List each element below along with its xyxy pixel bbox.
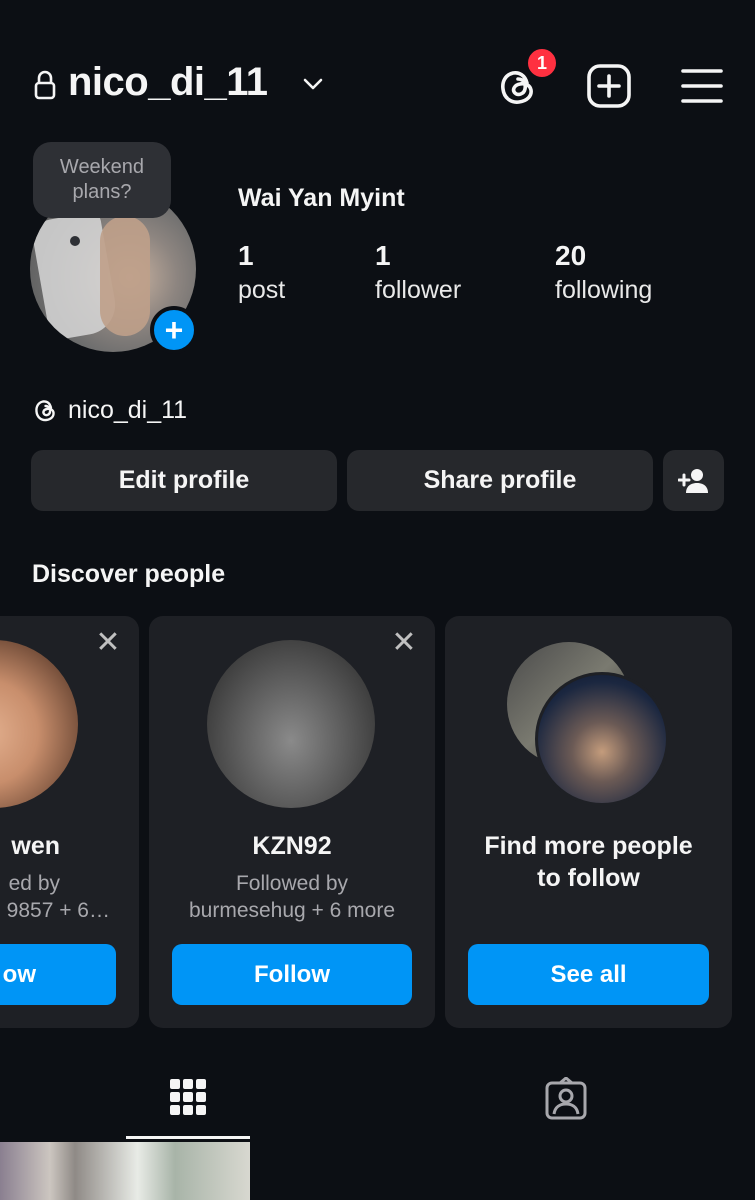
suggestion-followed-by: ed by [8, 872, 60, 895]
followers-count[interactable]: 1 [375, 240, 391, 272]
note-line-2: plans? [72, 181, 132, 203]
find-more-avatar-front [535, 672, 669, 806]
grid-icon[interactable] [168, 1077, 208, 1117]
suggestion-mutuals: burmesehug + 6 more [188, 899, 396, 922]
tagged-icon[interactable] [544, 1077, 588, 1121]
suggestion-card[interactable]: wen ed by 9857 + 6… ow [0, 616, 139, 1028]
see-all-button[interactable]: See all [468, 944, 709, 1005]
suggestion-avatar[interactable] [0, 640, 78, 808]
lock-icon [34, 70, 56, 100]
edit-profile-button[interactable]: Edit profile [31, 450, 337, 511]
profile-full-name: Wai Yan Myint [238, 184, 405, 212]
discover-people-title: Discover people [32, 560, 226, 588]
menu-icon[interactable] [678, 62, 726, 110]
add-story-button[interactable]: + [150, 306, 198, 354]
chevron-down-icon[interactable] [302, 76, 324, 92]
threads-link-icon[interactable] [32, 397, 58, 425]
notification-badge: 1 [525, 46, 559, 80]
suggestion-followed-by: Followed by [235, 872, 349, 895]
note-line-1: Weekend [59, 156, 145, 178]
suggestion-mutuals: 9857 + 6… [6, 899, 110, 922]
profile-username[interactable]: nico_di_11 [68, 60, 268, 105]
find-more-card[interactable]: Find more people to follow See all [445, 616, 732, 1028]
find-more-title-line-1: Find more people [484, 832, 693, 860]
profile-note[interactable]: Weekend plans? [33, 142, 171, 218]
following-count[interactable]: 20 [555, 240, 586, 272]
discover-people-button[interactable] [663, 450, 724, 511]
share-profile-button[interactable]: Share profile [347, 450, 653, 511]
new-post-icon[interactable] [585, 62, 633, 110]
follow-button[interactable]: ow [0, 944, 116, 1005]
posts-label[interactable]: post [238, 276, 285, 305]
active-tab-indicator [126, 1136, 250, 1139]
suggestion-card[interactable]: KZN92 Followed by burmesehug + 6 more Fo… [149, 616, 435, 1028]
add-person-icon [677, 468, 708, 493]
post-thumbnail[interactable] [0, 1142, 250, 1200]
follow-button[interactable]: Follow [172, 944, 412, 1005]
posts-count[interactable]: 1 [238, 240, 254, 272]
threads-handle-link[interactable]: nico_di_11 [68, 396, 187, 425]
following-label[interactable]: following [555, 276, 652, 305]
suggestion-name[interactable]: KZN92 [149, 832, 435, 861]
dismiss-suggestion-icon[interactable]: ✕ [389, 628, 419, 658]
find-more-title-line-2: to follow [537, 864, 640, 892]
dismiss-suggestion-icon[interactable]: ✕ [93, 628, 123, 658]
suggestion-name[interactable]: wen [0, 832, 60, 861]
followers-label[interactable]: follower [375, 276, 461, 305]
note-bubble-tail [70, 236, 80, 246]
suggestion-avatar[interactable] [207, 640, 375, 808]
